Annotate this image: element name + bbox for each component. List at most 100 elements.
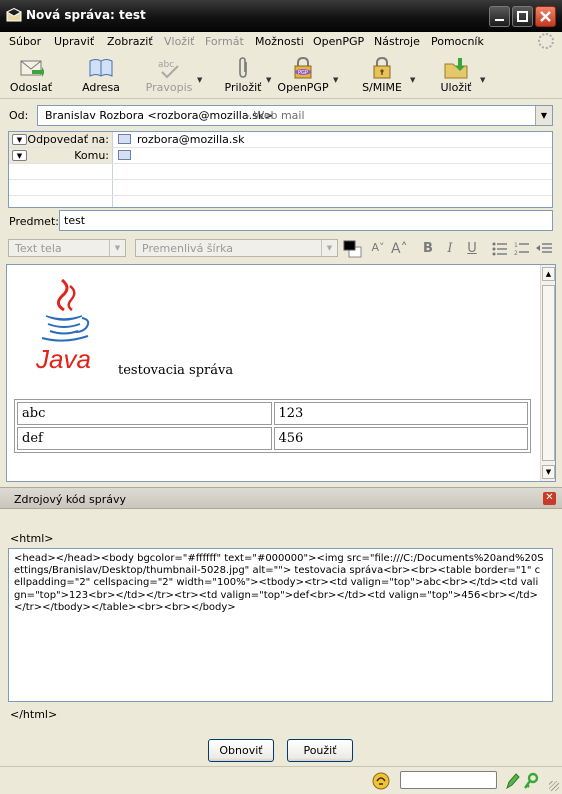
window-title: Nová správa: test [26, 8, 146, 22]
font-larger-icon[interactable]: A˄ [391, 241, 408, 257]
svg-text:1: 1 [514, 242, 518, 249]
title-bar[interactable]: Nová správa: test [0, 0, 562, 32]
openpgp-button[interactable]: PGP OpenPGP [276, 55, 330, 97]
maximize-icon [517, 11, 528, 22]
recipient-address-field[interactable]: rozbora@mozilla.sk [137, 133, 245, 146]
from-account-suffix: - Web mail [246, 109, 305, 122]
recipient-empty-row[interactable] [9, 196, 552, 207]
scroll-down-icon[interactable]: ▼ [542, 465, 555, 479]
status-bar [0, 766, 562, 794]
subject-input[interactable]: test [59, 210, 553, 231]
send-button[interactable]: Odoslať [6, 55, 56, 97]
paragraph-format-select[interactable]: Text tela ▼ [8, 239, 126, 257]
table-cell[interactable]: def [17, 427, 272, 450]
send-icon [20, 60, 44, 77]
recipient-empty-row[interactable] [9, 164, 552, 180]
menu-view[interactable]: Zobraziť [107, 35, 153, 48]
menu-format[interactable]: Formát [205, 35, 244, 48]
attach-button[interactable]: Priložiť [222, 55, 264, 97]
svg-text:abc: abc [158, 60, 174, 70]
font-smaller-icon[interactable]: A˅ [370, 241, 386, 257]
apply-button[interactable]: Použiť [287, 739, 353, 762]
save-folder-icon [444, 58, 468, 79]
refresh-button[interactable]: Obnoviť [208, 739, 274, 762]
openpgp-label: OpenPGP [277, 81, 329, 94]
save-label: Uložiť [440, 81, 472, 94]
table-cell[interactable]: 456 [273, 427, 528, 450]
menu-insert[interactable]: Vložiť [164, 35, 194, 48]
font-select[interactable]: Premenlivá šírka ▼ [135, 239, 338, 257]
from-select[interactable]: Branislav Rozbora <rozbora@mozilla.sk> -… [37, 105, 553, 126]
bold-icon[interactable]: B [420, 241, 436, 257]
italic-icon[interactable]: I [442, 241, 458, 257]
menu-bar: Súbor Upraviť Zobraziť Vložiť Formát Mož… [0, 32, 562, 52]
menu-openpgp[interactable]: OpenPGP [313, 35, 364, 48]
text-color-icon[interactable] [343, 239, 365, 259]
scroll-thumb[interactable] [542, 285, 555, 461]
chevron-down-icon[interactable]: ▼ [535, 106, 552, 125]
source-code-text: <head></head><body bgcolor="#ffffff" tex… [14, 553, 544, 613]
address-book-button[interactable]: Adresa [78, 55, 124, 97]
maximize-button[interactable] [512, 6, 533, 27]
editor-scrollbar[interactable]: ▲ ▼ [540, 265, 555, 481]
menu-tools[interactable]: Nástroje [374, 35, 420, 48]
source-panel-title: Zdrojový kód správy [14, 493, 127, 506]
spellcheck-dropdown-icon[interactable]: ▼ [197, 76, 202, 84]
minimize-button[interactable] [489, 6, 510, 27]
save-dropdown-icon[interactable]: ▼ [480, 76, 485, 84]
recipient-empty-row[interactable] [9, 180, 552, 196]
menu-edit[interactable]: Upraviť [54, 35, 94, 48]
smime-button[interactable]: S/MIME [358, 55, 406, 97]
recipient-type-label: Komu: [74, 149, 109, 162]
recipient-type-label: Odpovedať na: [27, 133, 109, 146]
bullet-list-icon[interactable] [492, 242, 508, 256]
recipient-row[interactable]: ▼ Komu: [9, 148, 552, 164]
address-book-label: Adresa [82, 81, 120, 94]
source-code-editor[interactable]: <head></head><body bgcolor="#ffffff" tex… [8, 548, 553, 702]
attach-dropdown-icon[interactable]: ▼ [266, 76, 271, 84]
openpgp-lock-icon: PGP [294, 57, 312, 79]
table-row: abc 123 [17, 402, 528, 425]
main-toolbar: Odoslať Adresa abc Pravopis ▼ Priložiť ▼… [0, 53, 562, 99]
table-cell[interactable]: abc [17, 402, 272, 425]
address-book-icon [89, 59, 113, 77]
scroll-up-icon[interactable]: ▲ [542, 267, 555, 281]
recipient-row[interactable]: ▼ Odpovedať na: rozbora@mozilla.sk [9, 132, 552, 148]
numbered-list-icon[interactable]: 1 2 [514, 241, 530, 257]
menu-options[interactable]: Možnosti [255, 35, 304, 48]
chevron-down-icon[interactable]: ▼ [109, 240, 125, 256]
close-button[interactable] [535, 6, 556, 27]
from-row: Od: Branislav Rozbora <rozbora@mozilla.s… [0, 104, 562, 128]
table-cell[interactable]: 123 [273, 402, 528, 425]
smime-dropdown-icon[interactable]: ▼ [410, 76, 415, 84]
format-toolbar: Text tela ▼ Premenlivá šírka ▼ A˅ A˄ B I… [0, 234, 562, 262]
recipient-type-select[interactable]: ▼ Komu: [9, 148, 113, 163]
paragraph-format-value: Text tela [15, 242, 62, 255]
recipient-type-select[interactable]: ▼ Odpovedať na: [9, 132, 113, 147]
send-label: Odoslať [9, 81, 53, 94]
contact-card-icon [118, 134, 131, 144]
java-logo-image: Java [35, 278, 91, 374]
from-label: Od: [9, 109, 29, 122]
offline-status-icon[interactable] [372, 772, 390, 790]
svg-text:PGP: PGP [298, 70, 308, 76]
resize-grip-icon[interactable] [549, 781, 559, 791]
source-open-tag: <html> [10, 532, 54, 545]
chevron-down-icon[interactable]: ▼ [321, 240, 337, 256]
outdent-icon[interactable] [536, 242, 552, 256]
openpgp-dropdown-icon[interactable]: ▼ [333, 76, 338, 84]
message-body-editor[interactable]: Java testovacia správa abc 123 def 456 ▲… [6, 264, 556, 482]
spellcheck-label: Pravopis [145, 81, 193, 94]
menu-file[interactable]: Súbor [9, 35, 41, 48]
spellcheck-button[interactable]: abc Pravopis [144, 55, 194, 97]
chevron-down-icon[interactable]: ▼ [12, 150, 27, 161]
underline-icon[interactable]: U [464, 241, 480, 257]
chevron-down-icon[interactable]: ▼ [12, 134, 27, 145]
save-button[interactable]: Uložiť [436, 55, 476, 97]
svg-text:2: 2 [514, 250, 518, 257]
key-status-icon[interactable] [522, 772, 540, 790]
smime-label: S/MIME [362, 81, 402, 94]
close-icon[interactable]: ✕ [543, 492, 556, 505]
pen-status-icon[interactable] [503, 772, 521, 790]
menu-help[interactable]: Pomocník [431, 35, 484, 48]
